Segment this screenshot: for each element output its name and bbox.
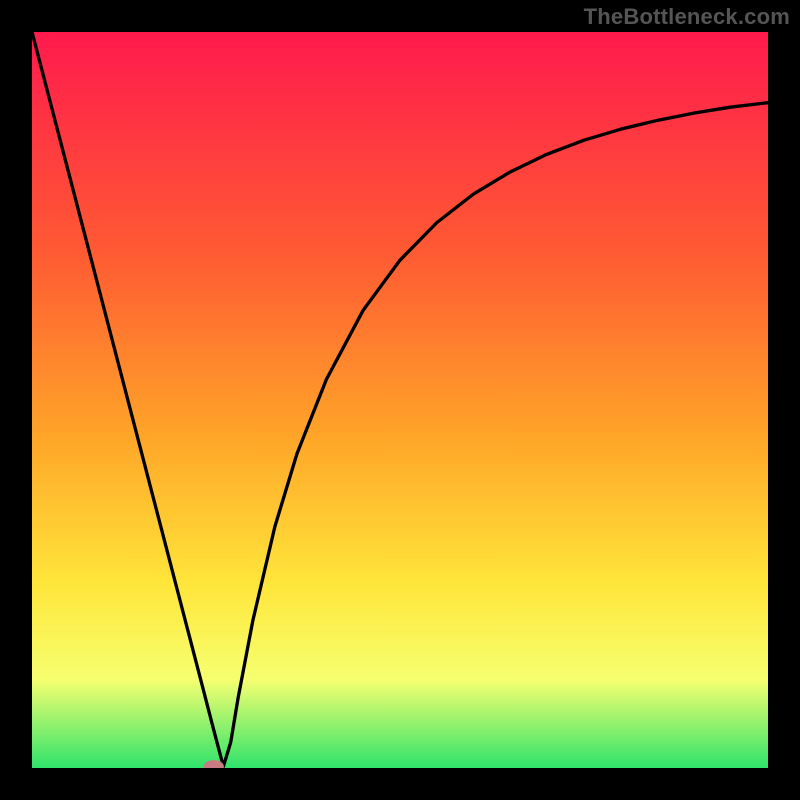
- chart-frame: TheBottleneck.com: [0, 0, 800, 800]
- watermark-label: TheBottleneck.com: [584, 4, 790, 30]
- bottleneck-curve-svg: [32, 32, 768, 768]
- minimum-marker: [204, 761, 223, 768]
- bottleneck-curve-path: [32, 32, 768, 767]
- plot-area: [32, 32, 768, 768]
